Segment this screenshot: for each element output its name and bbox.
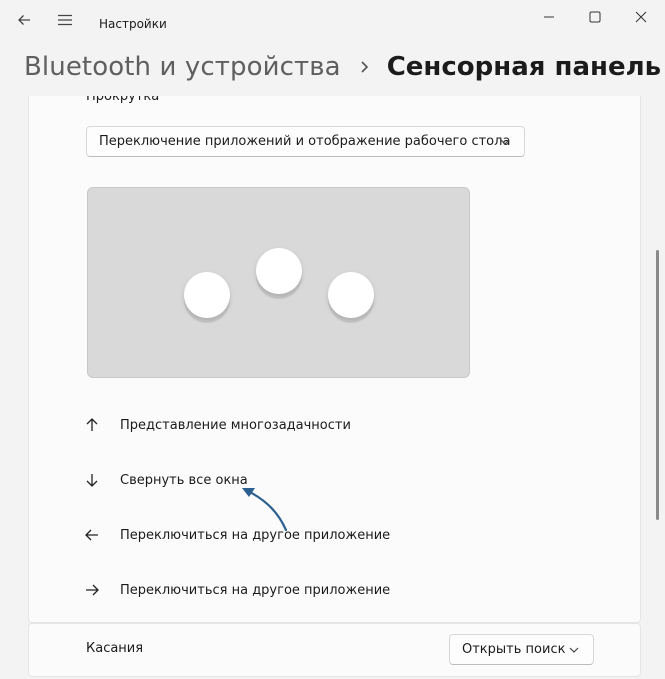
maximize-icon[interactable] bbox=[579, 6, 611, 28]
chevron-right-icon bbox=[359, 60, 369, 74]
gesture-swipe-down: Свернуть все окна bbox=[84, 470, 248, 490]
arrow-left-icon bbox=[84, 527, 100, 543]
finger-right bbox=[328, 272, 374, 318]
breadcrumb-parent[interactable]: Bluetooth и устройства bbox=[24, 52, 341, 82]
taps-label: Касания bbox=[86, 641, 144, 656]
minimize-icon[interactable] bbox=[533, 6, 565, 28]
dropdown-value: Открыть поиск bbox=[462, 642, 566, 657]
back-arrow-icon[interactable] bbox=[16, 12, 32, 28]
chevron-down-icon bbox=[500, 139, 510, 145]
finger-left bbox=[184, 272, 230, 318]
arrow-down-icon bbox=[84, 472, 100, 488]
hamburger-menu-icon[interactable] bbox=[57, 12, 73, 28]
dropdown-value: Переключение приложений и отображение ра… bbox=[99, 134, 511, 149]
scrollbar[interactable] bbox=[656, 250, 659, 520]
swipe-action-dropdown[interactable]: Переключение приложений и отображение ра… bbox=[86, 126, 525, 157]
annotation-arrow-icon bbox=[242, 488, 288, 532]
gesture-label: Переключиться на другое приложение bbox=[120, 582, 391, 598]
gesture-swipe-up: Представление многозадачности bbox=[84, 415, 351, 435]
settings-content[interactable]: Прокрутка Переключение приложений и отоб… bbox=[0, 96, 665, 679]
gesture-label: Свернуть все окна bbox=[120, 472, 248, 488]
arrow-right-icon bbox=[84, 582, 100, 598]
breadcrumb: Bluetooth и устройства Сенсорная панель bbox=[24, 47, 661, 87]
touchpad-illustration bbox=[87, 187, 470, 378]
app-title: Настройки bbox=[99, 17, 167, 31]
arrow-up-icon bbox=[84, 417, 100, 433]
title-bar: Настройки bbox=[0, 0, 665, 36]
chevron-down-icon bbox=[569, 647, 579, 653]
scroll-section-label: Прокрутка bbox=[86, 96, 160, 104]
page-title: Сенсорная панель bbox=[386, 52, 662, 82]
finger-middle bbox=[256, 248, 302, 294]
taps-dropdown[interactable]: Открыть поиск bbox=[449, 634, 594, 665]
gesture-label: Представление многозадачности bbox=[120, 417, 351, 433]
close-icon[interactable] bbox=[625, 6, 657, 28]
gesture-swipe-right: Переключиться на другое приложение bbox=[84, 580, 390, 600]
